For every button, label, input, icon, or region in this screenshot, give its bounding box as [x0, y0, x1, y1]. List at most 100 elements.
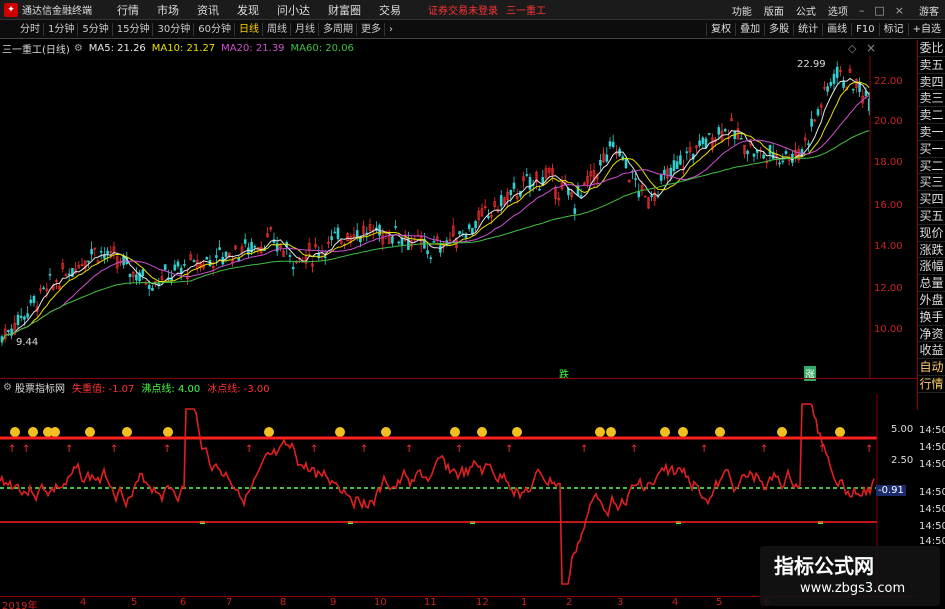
broker-login-status[interactable]: 证券交易未登录 — [428, 2, 498, 17]
tab-ask4[interactable]: 卖四 — [918, 74, 945, 91]
date-tick: 2019年 — [2, 601, 38, 609]
candle-body — [336, 227, 340, 240]
time-label: 14:50 — [919, 487, 945, 498]
guest-user[interactable]: 游客 — [919, 3, 939, 18]
tab-net-asset[interactable]: 净资 — [918, 326, 945, 343]
tab-price[interactable]: 现价 — [918, 225, 945, 242]
menu-options[interactable]: 选项 — [822, 3, 854, 18]
candle-body — [151, 287, 154, 291]
tab-change-pct[interactable]: 涨幅 — [918, 258, 945, 276]
candle-body — [525, 174, 529, 176]
signal-icon — [335, 427, 345, 437]
mark-button[interactable]: 标记 — [878, 23, 908, 36]
kline-chart[interactable] — [0, 56, 917, 378]
candle-body — [835, 66, 839, 78]
chart-stock-name: 三一重工(日线) — [2, 44, 70, 56]
menu-market[interactable]: 市场 — [148, 2, 188, 18]
ma60-label: MA60: 20.06 — [290, 42, 354, 54]
tab-market[interactable]: 行情 — [918, 376, 945, 393]
ma20-label: MA20: 21.39 — [221, 42, 285, 54]
candle-body — [781, 160, 785, 163]
close-icon[interactable]: × — [890, 4, 909, 17]
tab-change[interactable]: 涨跌 — [918, 242, 945, 259]
candle-body — [243, 239, 247, 244]
minimize-icon[interactable]: – — [854, 4, 870, 17]
tab-volume[interactable]: 总量 — [918, 275, 945, 292]
period-15min[interactable]: 15分钟 — [113, 22, 154, 36]
period-monthly[interactable]: 月线 — [291, 22, 319, 36]
candle-body — [679, 155, 682, 165]
tab-bid1[interactable]: 买一 — [918, 141, 945, 158]
menu-function[interactable]: 功能 — [726, 3, 758, 18]
add-favorite-button[interactable]: +自选 — [907, 23, 945, 36]
indicator-name[interactable]: 股票指标网 — [15, 380, 65, 395]
signal-icon — [606, 427, 616, 437]
tab-bid4[interactable]: 买四 — [918, 191, 945, 208]
indicator-settings-icon[interactable]: ⚙ — [3, 382, 12, 393]
candle-body — [538, 188, 541, 191]
signal-icon — [10, 427, 20, 437]
menu-assistant[interactable]: 问小达 — [268, 2, 319, 18]
quote-side-panel: 委比 卖五 卖四 卖三 卖二 卖一 买一 买二 买三 买四 买五 现价 涨跌 涨… — [917, 40, 945, 410]
period-daily[interactable]: 日线 — [235, 22, 263, 36]
period-more[interactable]: 更多 — [357, 22, 385, 36]
period-weekly[interactable]: 周线 — [263, 22, 291, 36]
tab-bid5[interactable]: 买五 — [918, 208, 945, 225]
signal-icon — [512, 427, 522, 437]
panel-close-icon[interactable]: × — [866, 41, 876, 55]
settings-icon[interactable]: ⚙ — [74, 43, 83, 54]
candle-body — [394, 226, 397, 228]
period-multi[interactable]: 多周期 — [319, 22, 357, 36]
chevron-right-icon[interactable]: › — [385, 23, 396, 36]
adjust-button[interactable]: 复权 — [706, 23, 735, 36]
candle-body — [573, 208, 577, 214]
menu-layout[interactable]: 版面 — [758, 3, 790, 18]
draw-line-button[interactable]: 画线 — [822, 23, 851, 36]
overlay-button[interactable]: 叠加 — [735, 23, 764, 36]
candle-body — [717, 127, 721, 135]
menu-wealth[interactable]: 财富圈 — [319, 2, 370, 18]
multi-stock-button[interactable]: 多股 — [764, 23, 793, 36]
menu-formula[interactable]: 公式 — [790, 3, 822, 18]
menu-discover[interactable]: 发现 — [228, 2, 268, 18]
tab-auto[interactable]: 自动 — [918, 359, 945, 376]
up-arrow-icon: ↑ — [360, 444, 368, 455]
candle-body — [634, 178, 637, 180]
period-30min[interactable]: 30分钟 — [153, 22, 195, 36]
panel-settings-icon[interactable]: ◇ — [848, 42, 856, 55]
statistics-button[interactable]: 统计 — [793, 23, 822, 36]
period-5min[interactable]: 5分钟 — [78, 22, 113, 36]
f10-button[interactable]: F10 — [851, 23, 878, 36]
period-timeshare[interactable]: 分时 — [16, 22, 44, 36]
period-toolbar: 分时 1分钟 5分钟 15分钟 30分钟 60分钟 日线 周线 月线 多周期 更… — [0, 20, 945, 39]
menu-quotes[interactable]: 行情 — [108, 2, 148, 18]
menu-news[interactable]: 资讯 — [188, 2, 228, 18]
period-60min[interactable]: 60分钟 — [194, 22, 235, 36]
candle-body — [253, 245, 257, 248]
tab-turnover[interactable]: 换手 — [918, 309, 945, 326]
candle-body — [106, 250, 109, 255]
candle-body — [467, 224, 471, 229]
time-label: 14:50 — [919, 425, 945, 436]
tab-bid2[interactable]: 买二 — [918, 158, 945, 175]
maximize-icon[interactable]: □ — [869, 4, 889, 17]
candle-body — [23, 316, 26, 320]
candle-body — [723, 129, 727, 132]
candle-body — [605, 154, 609, 162]
tab-earnings[interactable]: 收益 — [918, 342, 945, 360]
period-1min[interactable]: 1分钟 — [44, 22, 79, 36]
candle-body — [509, 189, 513, 196]
candle-body — [842, 81, 845, 88]
tab-ask3[interactable]: 卖三 — [918, 90, 945, 108]
ma-legend: 三一重工(日线) ⚙ MA5: 21.26 MA10: 21.27 MA20: … — [0, 40, 360, 56]
tab-ask5[interactable]: 卖五 — [918, 57, 945, 74]
tab-bid-ratio[interactable]: 委比 — [918, 40, 945, 57]
tab-ask2[interactable]: 卖二 — [918, 107, 945, 124]
price-tick: 16.00 — [874, 200, 903, 211]
tab-ask1[interactable]: 卖一 — [918, 124, 945, 141]
tab-outer-volume[interactable]: 外盘 — [918, 292, 945, 309]
menu-trade[interactable]: 交易 — [370, 2, 410, 18]
candle-body — [784, 151, 788, 155]
tab-bid3[interactable]: 买三 — [918, 174, 945, 192]
candle-body — [128, 273, 132, 277]
